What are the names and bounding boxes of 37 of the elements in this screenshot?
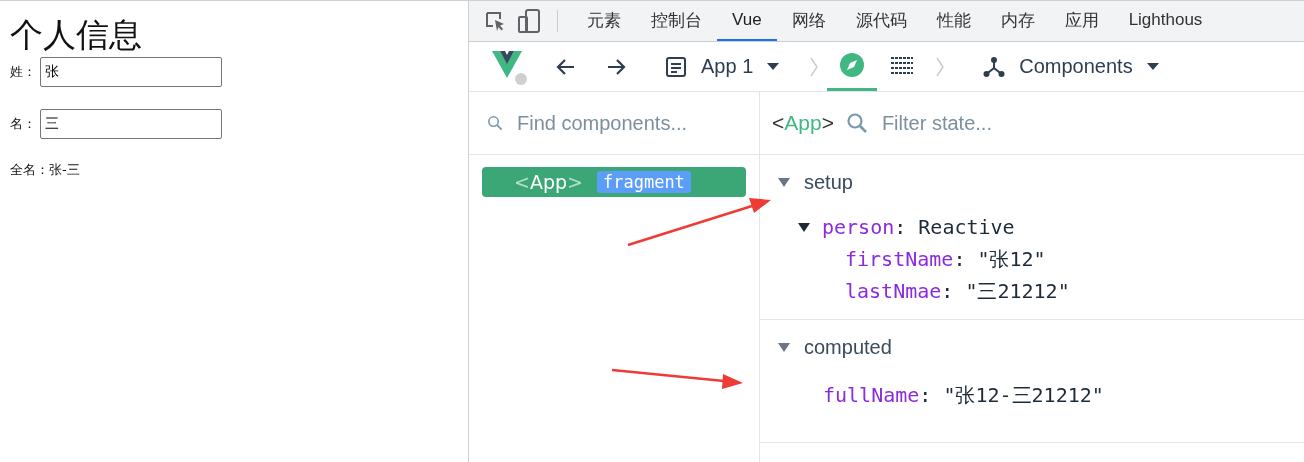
input-field[interactable]: 张	[40, 57, 222, 87]
section-title[interactable]: computed	[804, 335, 892, 359]
devtools-tab[interactable]: 性能	[921, 1, 986, 41]
chevron-icon	[935, 55, 946, 78]
expand-icon[interactable]	[798, 222, 810, 232]
section-title[interactable]: setup	[804, 170, 853, 194]
devtools-tab[interactable]: 应用	[1049, 1, 1114, 41]
state-property: fullName: "张12-三21212"	[823, 382, 1104, 409]
state-property: firstName: "张12"	[845, 245, 1046, 273]
devtools-tab[interactable]: Vue	[717, 1, 777, 41]
state-property: lastNmae: "三21212"	[845, 277, 1070, 305]
component-name: <App>	[772, 111, 834, 135]
timeline-icon	[890, 55, 915, 75]
devtools-tab[interactable]: 网络	[776, 1, 841, 41]
device-icon[interactable]	[517, 8, 541, 34]
full-name-text: 全名：张-三	[10, 161, 81, 179]
caret-icon	[767, 63, 780, 70]
input-field[interactable]: 三	[40, 109, 222, 139]
chevron-icon	[809, 55, 820, 78]
devtools-tab[interactable]: Lighthous	[1113, 1, 1218, 41]
state-property: person: Reactive	[822, 215, 1015, 239]
devtools-tab[interactable]: 控制台	[636, 1, 717, 41]
search-icon	[845, 112, 868, 134]
window-icon	[665, 55, 687, 78]
caret-icon	[1146, 63, 1159, 70]
field-label: 名：	[10, 115, 37, 133]
devtools-tab[interactable]: 元素	[572, 1, 636, 41]
compass-icon	[839, 52, 866, 78]
app-selector[interactable]: App 1	[665, 55, 780, 78]
devtools-tab[interactable]: 源代码	[840, 1, 922, 41]
field-label: 姓：	[10, 63, 37, 81]
devtools-tab[interactable]: 内存	[985, 1, 1050, 41]
tree-icon	[983, 55, 1006, 78]
mode-selector[interactable]: Components	[983, 55, 1159, 78]
filter-field[interactable]: Filter state...	[879, 110, 1124, 136]
page-title: 个人信息	[10, 14, 143, 56]
search-field[interactable]: Find components...	[515, 110, 759, 136]
